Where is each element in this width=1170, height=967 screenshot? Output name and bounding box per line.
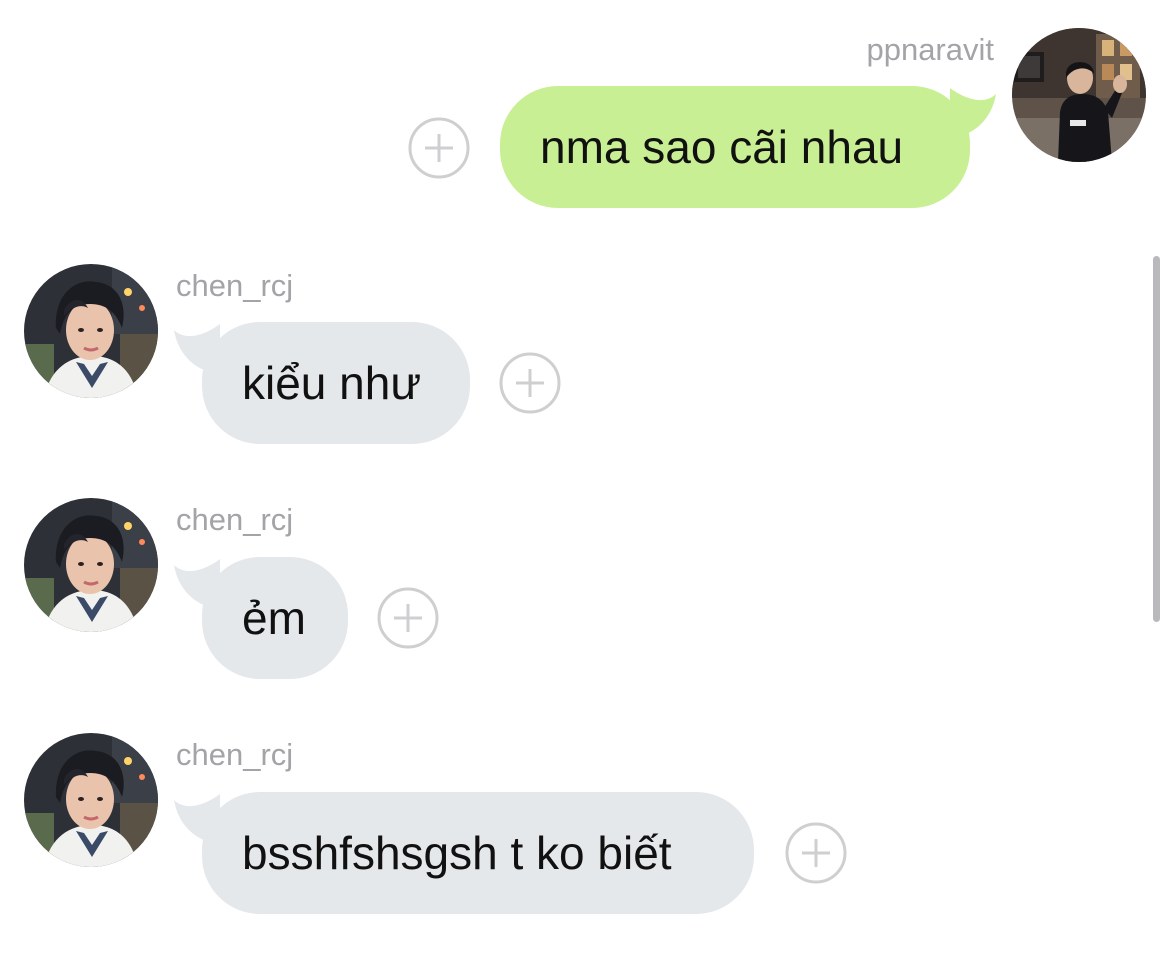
message-text: bsshfshsgsh t ko biết — [242, 827, 672, 879]
plus-circle-icon — [785, 822, 847, 884]
avatar[interactable] — [24, 264, 158, 398]
message-bubble-incoming[interactable]: ẻm — [202, 557, 348, 679]
avatar[interactable] — [24, 498, 158, 632]
scrollbar[interactable] — [1153, 256, 1160, 622]
sender-name: ppnaravit — [866, 32, 994, 67]
message-thread: ppnaravit nma sao cãi nhau chen_rcj kiểu… — [0, 0, 1170, 967]
message-bubble-incoming[interactable]: kiểu như — [202, 322, 470, 444]
add-reaction-button[interactable] — [408, 117, 470, 179]
avatar[interactable] — [1012, 28, 1146, 162]
add-reaction-button[interactable] — [785, 822, 847, 884]
sender-name: chen_rcj — [176, 737, 294, 772]
add-reaction-button[interactable] — [377, 587, 439, 649]
add-reaction-button[interactable] — [499, 352, 561, 414]
plus-circle-icon — [377, 587, 439, 649]
plus-circle-icon — [499, 352, 561, 414]
message-text: nma sao cãi nhau — [540, 121, 904, 173]
message-bubble-incoming[interactable]: bsshfshsgsh t ko biết — [202, 792, 754, 914]
message-text: ẻm — [242, 592, 306, 644]
plus-circle-icon — [408, 117, 470, 179]
sender-name: chen_rcj — [176, 502, 294, 537]
message-text: kiểu như — [242, 357, 422, 409]
sender-name: chen_rcj — [176, 268, 294, 303]
avatar[interactable] — [24, 733, 158, 867]
message-bubble-outgoing[interactable]: nma sao cãi nhau — [500, 86, 970, 208]
